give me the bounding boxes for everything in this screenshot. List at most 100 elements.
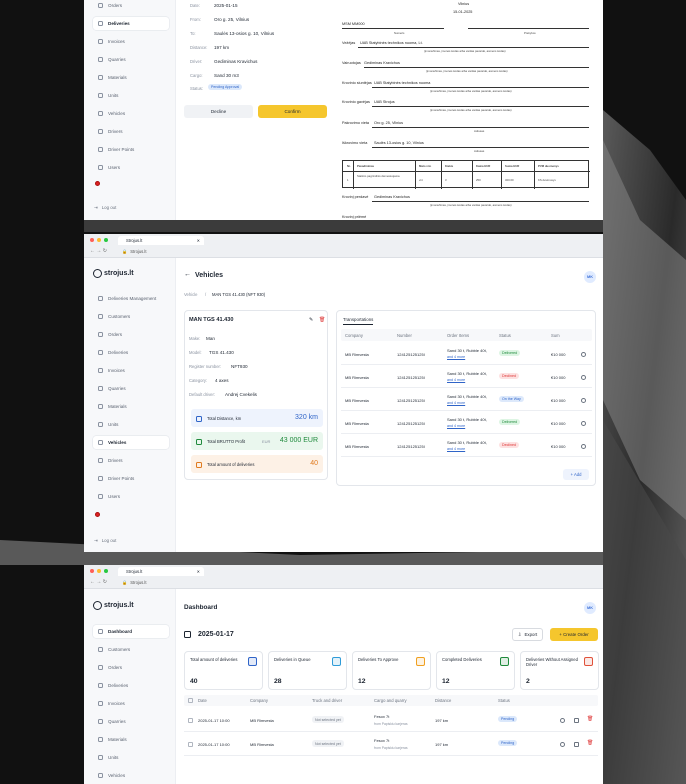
sidebar-item-orders[interactable]: Orders (93, 661, 169, 674)
table-row[interactable]: 2025-01-17 10:00 MB Rimvesta Not selected … (184, 710, 598, 732)
table-row[interactable]: MB Rimvesta 124125125125l Sand 30 t, Rubbl… (341, 435, 592, 457)
sidebar-item-label: Invoices (108, 39, 125, 44)
doc-gavejas_sub: (įmonė/limas, įmonės kodas arba vardas p… (430, 108, 512, 112)
browser-tab[interactable]: Strojus.lt ✕ (118, 236, 204, 245)
sidebar-item-quarries[interactable]: Quarries (93, 715, 169, 728)
sidebar-item-drivers[interactable]: Drivers (93, 125, 169, 138)
sidebar-item-deliveries[interactable]: Deliveries (93, 346, 169, 359)
view-icon[interactable] (581, 398, 586, 403)
stat-card[interactable]: Completed Deliveries 12 (436, 651, 515, 690)
view-icon[interactable] (581, 375, 586, 380)
table-row[interactable]: MB Rimvesta 124125125125l Sand 30 t, Rubbl… (341, 389, 592, 411)
sidebar-item-materials[interactable]: Materials (93, 71, 169, 84)
sidebar-item-vehicles[interactable]: Vehicles (93, 769, 169, 782)
dashboard-date[interactable]: 2025-01-17 (198, 631, 234, 638)
close-tab-icon[interactable]: ✕ (197, 238, 200, 243)
select-all-checkbox[interactable] (188, 698, 193, 703)
user-avatar[interactable]: MK (584, 271, 596, 283)
table-row[interactable]: MB Rimvesta 124125125125l Sand 30 t, Rubbl… (341, 366, 592, 388)
view-icon[interactable] (581, 421, 586, 426)
view-icon[interactable] (560, 742, 565, 747)
view-icon[interactable] (560, 718, 565, 723)
stat-card[interactable]: Total amount of deliveries 40 (184, 651, 263, 690)
row-checkbox[interactable] (188, 742, 193, 747)
stat-card[interactable]: Deliveries in Queue 28 (268, 651, 347, 690)
decline-button[interactable]: Decline (184, 105, 253, 118)
sidebar-item-customers[interactable]: Customers (93, 310, 169, 323)
address-bar[interactable]: 🔒 Strojus.lt (122, 248, 592, 255)
nav-icon (98, 719, 103, 724)
sidebar-item-users[interactable]: Users (93, 161, 169, 174)
sidebar-item-label: Units (108, 755, 119, 760)
sidebar-item-vehicles[interactable]: Vehicles (93, 107, 169, 120)
add-button[interactable]: + Add (563, 469, 589, 480)
confirm-button[interactable]: Confirm (258, 105, 327, 118)
more-items-link[interactable]: and 4 more (447, 401, 465, 405)
breadcrumb-root[interactable]: Vehicle (184, 292, 198, 297)
user-avatar[interactable]: MK (584, 602, 596, 614)
sidebar-item-deliveries[interactable]: Deliveries (93, 679, 169, 692)
sidebar-item-label: Deliveries (108, 21, 130, 26)
sidebar-item-users[interactable]: Users (93, 490, 169, 503)
nav-arrows[interactable]: ← → ↻ (90, 248, 107, 254)
table-row[interactable]: 2025-01-17 10:00 MB Rimvesta Not selected … (184, 734, 598, 756)
language-flag-icon[interactable] (95, 181, 100, 186)
stat-card[interactable]: Deliveries To Approve 12 (352, 651, 431, 690)
sidebar-item-label: Units (108, 422, 119, 427)
delete-icon[interactable]: 🗑 (587, 740, 593, 746)
language-flag-icon[interactable] (95, 512, 100, 517)
metric-icon (196, 416, 202, 422)
sidebar-item-units[interactable]: Units (93, 418, 169, 431)
sidebar-item-dashboard[interactable]: Dashboard (93, 625, 169, 638)
cell-company: MB Rimvesta (250, 718, 274, 723)
view-icon[interactable] (581, 444, 586, 449)
edit-icon[interactable]: ✎ (309, 317, 313, 323)
doc-siuntejas: UAB Statybinės technikos nuoma (374, 81, 431, 85)
sidebar-item-orders[interactable]: Orders (93, 328, 169, 341)
sidebar-item-quarries[interactable]: Quarries (93, 53, 169, 66)
more-items-link[interactable]: and 4 more (447, 355, 465, 359)
stat-card[interactable]: Deliveries Without Assigned Driver 2 (520, 651, 599, 690)
tab-transportations[interactable]: Transportations (343, 317, 374, 325)
column-header: Company (345, 333, 363, 338)
create-order-button[interactable]: + Create Order (550, 628, 598, 641)
sidebar-item-customers[interactable]: Customers (93, 643, 169, 656)
calendar-icon[interactable] (184, 631, 191, 638)
sidebar-item-deliveries[interactable]: Deliveries (93, 17, 169, 30)
table-row[interactable]: MB Rimvesta 124125125125l Sand 30 t, Rubbl… (341, 343, 592, 365)
table-row[interactable]: MB Rimvesta 124125125125l Sand 30 t, Rubbl… (341, 412, 592, 434)
logout-button[interactable]: ⇥ Log out (94, 205, 116, 211)
row-checkbox[interactable] (188, 718, 193, 723)
sidebar-item-driver-points[interactable]: Driver Points (93, 143, 169, 156)
sidebar-item-deliveries-management[interactable]: Deliveries Management (93, 292, 169, 305)
metric-label: Total Distance, km (207, 416, 242, 421)
sidebar-item-materials[interactable]: Materials (93, 733, 169, 746)
sidebar-item-drivers[interactable]: Drivers (93, 454, 169, 467)
logout-button[interactable]: ⇥ Log out (94, 538, 116, 544)
address-bar[interactable]: 🔒 Strojus.lt (122, 579, 592, 586)
browser-tab[interactable]: Strojus.lt ✕ (118, 567, 204, 576)
export-button[interactable]: ⇩ Export (512, 628, 543, 641)
more-items-link[interactable]: and 4 more (447, 447, 465, 451)
sidebar-item-quarries[interactable]: Quarries (93, 382, 169, 395)
sidebar-item-vehicles[interactable]: Vehicles (93, 436, 169, 449)
sidebar-item-driver-points[interactable]: Driver Points (93, 472, 169, 485)
more-items-link[interactable]: and 4 more (447, 424, 465, 428)
sidebar-item-invoices[interactable]: Invoices (93, 697, 169, 710)
view-icon[interactable] (581, 352, 586, 357)
more-items-link[interactable]: and 4 more (447, 378, 465, 382)
delete-icon[interactable]: 🗑 (319, 317, 325, 323)
nav-arrows[interactable]: ← → ↻ (90, 579, 107, 585)
sidebar-item-orders[interactable]: Orders (93, 0, 169, 12)
sidebar-item-invoices[interactable]: Invoices (93, 35, 169, 48)
sidebar-item-units[interactable]: Units (93, 751, 169, 764)
sidebar-item-invoices[interactable]: Invoices (93, 364, 169, 377)
back-arrow-icon[interactable]: ← (184, 271, 191, 278)
edit-icon[interactable] (574, 742, 579, 747)
delete-icon[interactable]: 🗑 (587, 716, 593, 722)
edit-icon[interactable] (574, 718, 579, 723)
sidebar-item-units[interactable]: Units (93, 89, 169, 102)
sidebar-item-materials[interactable]: Materials (93, 400, 169, 413)
close-tab-icon[interactable]: ✕ (197, 569, 200, 574)
doc-vezejas_sub: (įmonė/limas, įmonės kodas arba vardas p… (424, 49, 506, 53)
